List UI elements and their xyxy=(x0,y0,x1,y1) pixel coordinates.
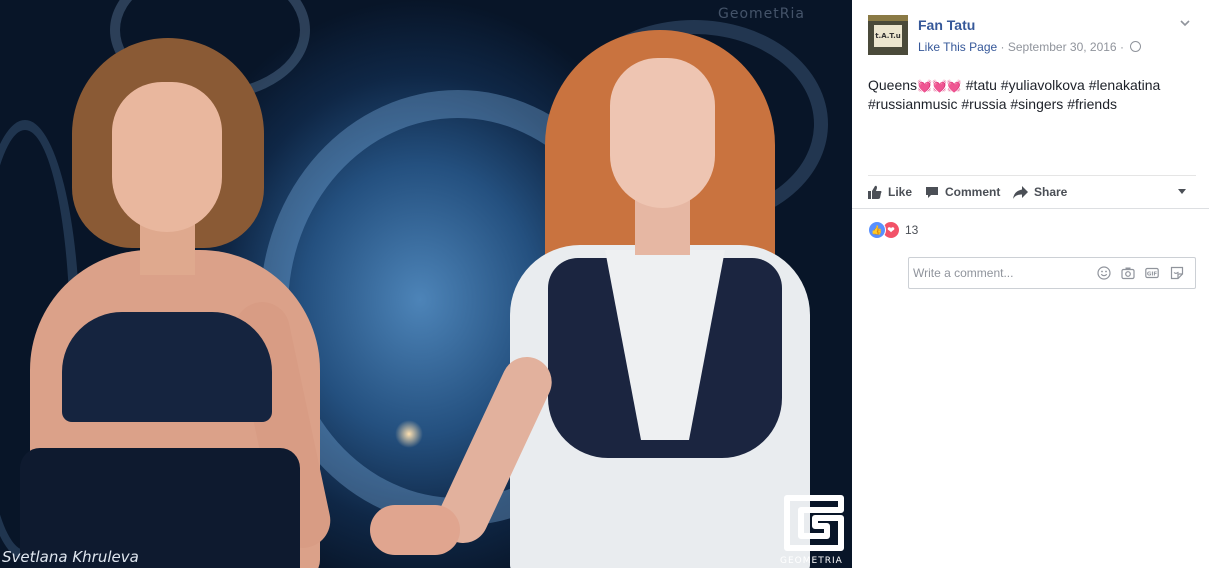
photo-credit: Svetlana Khruleva xyxy=(2,548,139,566)
sticker-icon[interactable] xyxy=(1170,266,1184,280)
chevron-down-icon[interactable] xyxy=(1178,16,1192,30)
heart-emoji-icon: 💓💓💓 xyxy=(917,79,962,93)
post-panel: t.A.T.u Fan Tatu Like This Page · Septem… xyxy=(852,0,1209,569)
camera-icon[interactable] xyxy=(1121,266,1135,280)
comment-placeholder: Write a comment... xyxy=(913,266,1014,280)
post-text: Queens💓💓💓 #tatu #yuliavolkova #lenakatin… xyxy=(868,76,1188,113)
globe-icon[interactable] xyxy=(1130,41,1142,52)
comment-input[interactable]: Write a comment... GIF xyxy=(908,257,1196,289)
geometria-logo-icon xyxy=(784,495,844,551)
share-button-label: Share xyxy=(1034,185,1068,199)
avatar-banner xyxy=(868,15,908,21)
post-hashtags-line1[interactable]: #tatu #yuliavolkova #lenakatina xyxy=(962,77,1161,93)
comment-bubble-icon xyxy=(926,186,938,198)
avatar-image: t.A.T.u xyxy=(874,25,902,47)
right-performer-face xyxy=(610,58,715,208)
left-performer-face xyxy=(112,82,222,232)
share-arrow-icon xyxy=(1013,185,1028,199)
geometria-logo-label: GEOMETRIA xyxy=(780,556,843,566)
post-meta: Like This Page · September 30, 2016 · xyxy=(918,40,1142,54)
page-name-link[interactable]: Fan Tatu xyxy=(918,17,975,33)
svg-text:GIF: GIF xyxy=(1147,272,1158,278)
thumbs-up-icon xyxy=(868,185,882,199)
post-photo[interactable]: GeometRia Svetlana Khruleva GEOMETRIA xyxy=(0,0,852,568)
reaction-count[interactable]: 13 xyxy=(905,223,918,237)
commenter-avatar xyxy=(862,253,902,293)
post-actions-bar: Like Comment Share xyxy=(868,175,1196,209)
photo-watermark: GeometRia xyxy=(718,6,805,22)
post-date[interactable]: September 30, 2016 xyxy=(1008,40,1117,54)
left-performer-top xyxy=(62,312,272,422)
post-text-prefix: Queens xyxy=(868,77,918,93)
page-avatar[interactable]: t.A.T.u xyxy=(868,15,908,55)
like-button[interactable]: Like xyxy=(868,185,912,199)
meta-separator: · xyxy=(1119,40,1124,54)
gif-icon[interactable]: GIF xyxy=(1145,266,1159,280)
like-page-link[interactable]: Like This Page xyxy=(918,40,997,54)
like-reaction-icon: 👍 xyxy=(868,221,886,239)
caret-down-icon[interactable] xyxy=(1178,189,1186,194)
reactions-section: 👍 ❤ 13 Write a comment... GIF xyxy=(852,208,1209,569)
reaction-summary[interactable]: 👍 ❤ 13 xyxy=(868,221,918,239)
meta-separator: · xyxy=(1000,40,1005,54)
comment-button[interactable]: Comment xyxy=(925,185,1000,199)
emoji-icon[interactable] xyxy=(1097,266,1111,280)
like-button-label: Like xyxy=(888,185,913,199)
stage-light xyxy=(395,420,423,448)
post-hashtags-line2[interactable]: #russianmusic #russia #singers #friends xyxy=(868,96,1117,112)
joined-hands xyxy=(370,505,460,555)
share-button[interactable]: Share xyxy=(1013,185,1067,199)
comment-button-label: Comment xyxy=(945,185,1001,199)
